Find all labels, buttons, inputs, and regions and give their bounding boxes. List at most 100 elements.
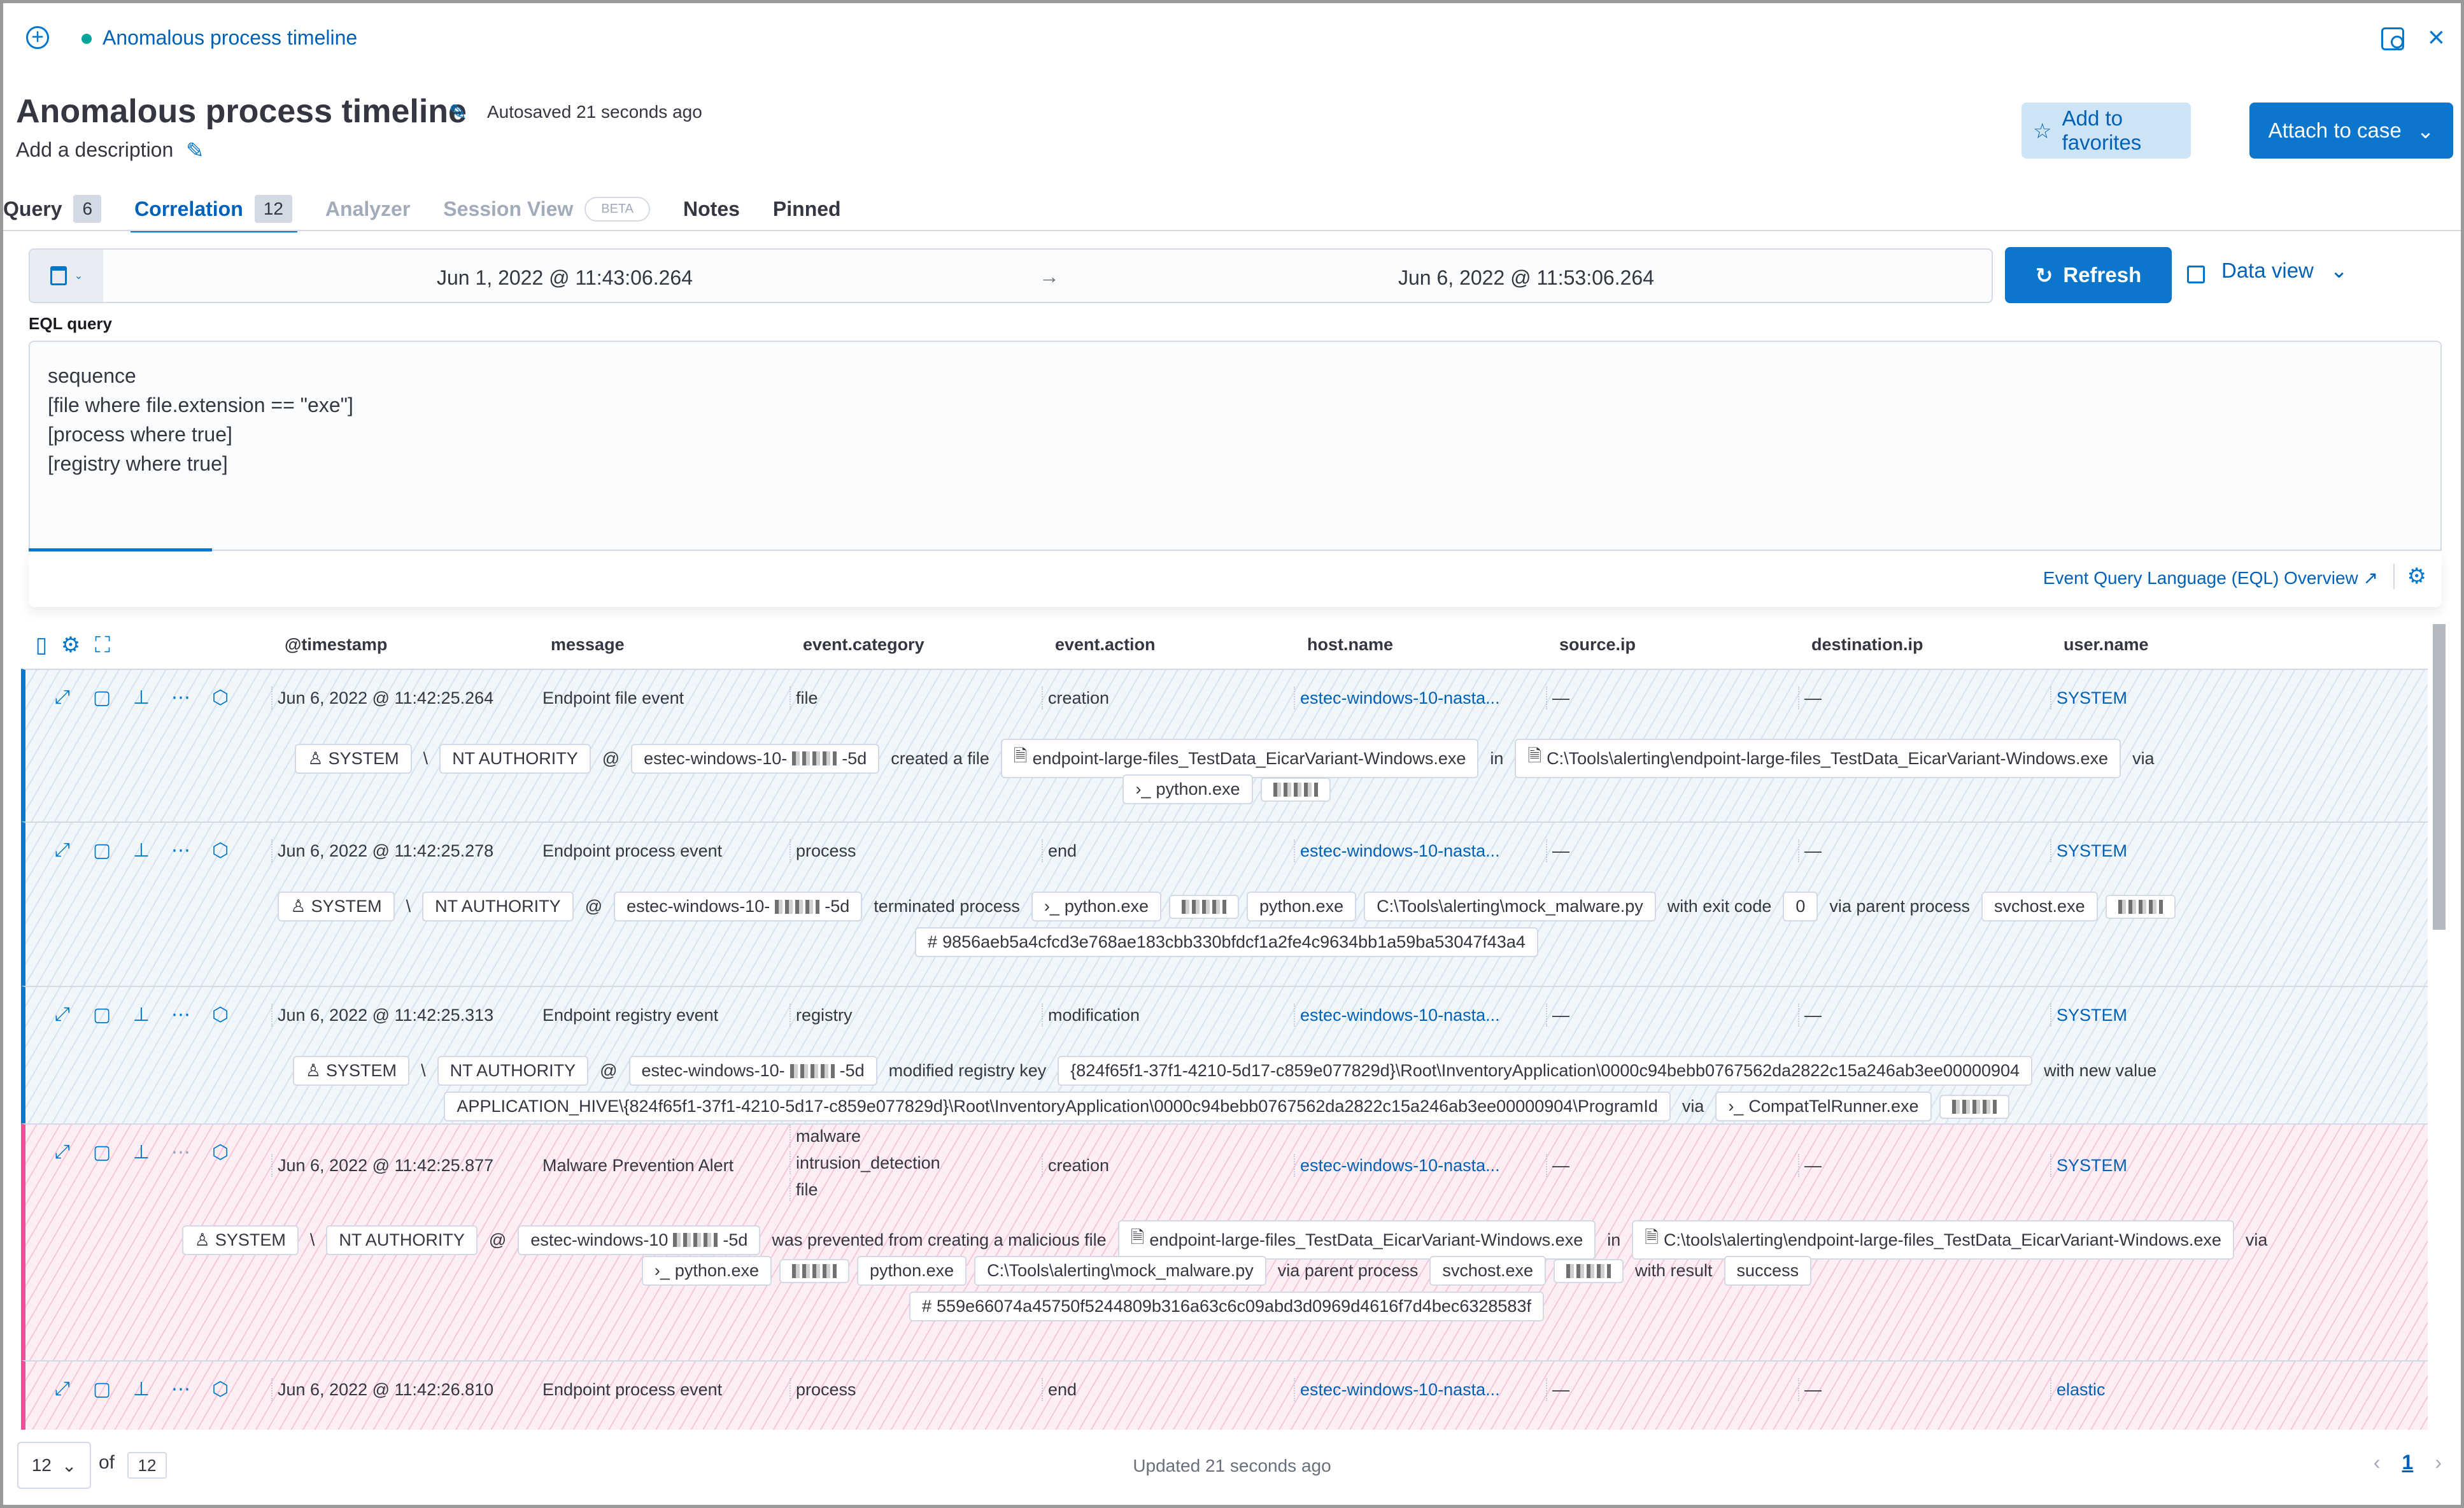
expand-icon[interactable]: ⤢ [51, 1378, 74, 1400]
expand-icon[interactable]: ⤢ [51, 839, 74, 862]
tab-query[interactable]: Query 6 [3, 187, 102, 231]
pin-icon[interactable]: ⊥ [130, 1378, 153, 1400]
renderer-chip[interactable]: svchost.exe [1981, 892, 2098, 921]
cell-event-category[interactable]: process [789, 1378, 856, 1401]
column-header-message[interactable]: message [551, 635, 625, 655]
cell-timestamp[interactable]: Jun 6, 2022 @ 11:42:25.313 [271, 1004, 493, 1027]
column-header-host-name[interactable]: host.name [1307, 635, 1393, 655]
cell-event-category[interactable]: file [789, 1178, 818, 1201]
renderer-chip[interactable]: 🗎 endpoint-large-files_TestData_EicarVari… [1000, 739, 1479, 778]
cell-source-ip[interactable]: — [1546, 1378, 1569, 1401]
more-actions-icon[interactable]: ⋯ [169, 839, 192, 862]
cell-event-category[interactable]: registry [789, 1004, 853, 1027]
cell-event-category[interactable]: malware [789, 1125, 861, 1148]
eql-overview-link[interactable]: Event Query Language (EQL) Overview ↗ [2043, 567, 2378, 588]
comment-icon[interactable]: ▢ [90, 839, 113, 862]
cell-host-name[interactable]: estec-windows-10-nasta... [1294, 686, 1500, 709]
column-header-source-ip[interactable]: source.ip [1559, 635, 1636, 655]
renderer-chip[interactable]: NT AUTHORITY [439, 743, 591, 774]
more-actions-icon[interactable]: ⋯ [169, 1378, 192, 1400]
cell-user-name[interactable]: SYSTEM [2050, 839, 2127, 862]
cell-user-name[interactable]: SYSTEM [2050, 1004, 2127, 1027]
renderer-chip[interactable]: 🗎 endpoint-large-files_TestData_EicarVari… [1117, 1220, 1596, 1260]
cell-event-category[interactable]: intrusion_detection [789, 1151, 940, 1174]
cell-message[interactable]: Endpoint process event [537, 839, 722, 862]
renderer-chip[interactable]: ♙ SYSTEM [181, 1225, 299, 1255]
start-date[interactable]: Jun 1, 2022 @ 11:43:06.264 [30, 266, 1023, 290]
cell-timestamp[interactable]: Jun 6, 2022 @ 11:42:26.810 [271, 1378, 493, 1401]
tab-pinned[interactable]: Pinned [773, 187, 841, 231]
analyze-icon[interactable]: ⬡ [209, 686, 232, 709]
renderer-chip[interactable]: svchost.exe [1429, 1256, 1546, 1286]
cell-user-name[interactable]: SYSTEM [2050, 1154, 2127, 1177]
renderer-chip[interactable] [779, 1258, 850, 1283]
cell-event-action[interactable]: creation [1042, 686, 1109, 709]
gear-icon[interactable]: ⚙ [60, 634, 81, 657]
timeline-tab-title[interactable]: Anomalous process timeline [103, 26, 357, 50]
renderer-chip[interactable]: ›_ CompatTelRunner.exe [1715, 1092, 1932, 1121]
renderer-chip[interactable]: NT AUTHORITY [422, 892, 574, 921]
table-scrollbar[interactable] [2433, 624, 2446, 930]
cell-source-ip[interactable]: — [1546, 839, 1569, 862]
tab-analyzer[interactable]: Analyzer [325, 187, 410, 231]
cell-message[interactable]: Endpoint process event [537, 1378, 722, 1401]
renderer-chip[interactable] [2105, 894, 2176, 919]
renderer-chip[interactable]: ♙ SYSTEM [292, 1056, 410, 1086]
expand-icon[interactable]: ⤢ [51, 1141, 74, 1163]
renderer-chip[interactable]: estec-windows-10- -5d [614, 892, 863, 921]
renderer-chip[interactable]: {824f65f1-37f1-4210-5d17-c859e077829d}\R… [1058, 1056, 2033, 1086]
cell-source-ip[interactable]: — [1546, 686, 1569, 709]
table-row[interactable]: ⤢ ▢ ⊥ ⋯ ⬡ Jun 6, 2022 @ 11:42:25.278 Endpoint … [21, 822, 2428, 986]
cell-destination-ip[interactable]: — [1798, 1378, 1822, 1401]
renderer-chip[interactable]: ›_ python.exe [641, 1256, 772, 1286]
pin-icon[interactable]: ⊥ [130, 1004, 153, 1026]
column-header-event-action[interactable]: event.action [1055, 635, 1156, 655]
renderer-chip[interactable]: 🗎 C:\Tools\alerting\endpoint-large-files_… [1515, 739, 2121, 778]
renderer-chip[interactable]: estec-windows-10 -5d [518, 1225, 761, 1255]
cell-timestamp[interactable]: Jun 6, 2022 @ 11:42:25.877 [271, 1154, 493, 1177]
cell-host-name[interactable]: estec-windows-10-nasta... [1294, 1154, 1500, 1177]
pin-icon[interactable]: ⊥ [130, 686, 153, 709]
cell-host-name[interactable]: estec-windows-10-nasta... [1294, 1378, 1500, 1401]
renderer-chip[interactable]: ♙ SYSTEM [295, 743, 412, 774]
expand-icon[interactable]: ⤢ [51, 1004, 74, 1026]
more-actions-icon[interactable]: ⋯ [169, 1141, 192, 1163]
new-timeline-icon[interactable]: + [26, 26, 49, 49]
pin-icon[interactable]: ⊥ [130, 1141, 153, 1163]
cell-event-category[interactable]: file [789, 686, 818, 709]
renderer-chip[interactable]: 0 [1783, 892, 1818, 921]
renderer-chip[interactable]: NT AUTHORITY [326, 1225, 478, 1255]
refresh-button[interactable]: ↻ Refresh [2005, 247, 2172, 303]
comment-icon[interactable]: ▢ [90, 1004, 113, 1026]
cell-event-action[interactable]: modification [1042, 1004, 1140, 1027]
column-header-destination-ip[interactable]: destination.ip [1811, 635, 1923, 655]
renderer-chip[interactable]: success [1724, 1256, 1812, 1286]
inspect-icon[interactable] [2381, 27, 2404, 50]
end-date[interactable]: Jun 6, 2022 @ 11:53:06.264 [1061, 266, 1991, 290]
comment-icon[interactable]: ▢ [90, 1141, 113, 1163]
field-browser-icon[interactable]: ▯ [31, 634, 52, 657]
cell-host-name[interactable]: estec-windows-10-nasta... [1294, 839, 1500, 862]
cell-event-category[interactable]: process [789, 839, 856, 862]
chevron-left-icon[interactable]: ‹ [2374, 1451, 2381, 1474]
cell-event-action[interactable]: end [1042, 1378, 1077, 1401]
renderer-chip[interactable]: C:\Tools\alerting\mock_malware.py [974, 1256, 1266, 1286]
cell-source-ip[interactable]: — [1546, 1154, 1569, 1177]
analyze-icon[interactable]: ⬡ [209, 839, 232, 862]
cell-message[interactable]: Endpoint registry event [537, 1004, 718, 1027]
renderer-chip[interactable]: estec-windows-10- -5d [631, 743, 880, 774]
edit-description-pencil-icon[interactable]: ✎ [186, 138, 204, 164]
analyze-icon[interactable]: ⬡ [209, 1004, 232, 1026]
data-view-dropdown[interactable]: Data view ⌄ [2187, 258, 2348, 283]
renderer-chip[interactable] [1168, 894, 1239, 919]
more-actions-icon[interactable]: ⋯ [169, 686, 192, 709]
eql-settings-icon[interactable]: ⚙ [2393, 564, 2426, 589]
tab-session-view[interactable]: Session View BETA [443, 187, 651, 231]
edit-title-pencil-icon[interactable]: ✎ [449, 100, 467, 125]
renderer-chip[interactable] [1260, 777, 1331, 802]
renderer-chip[interactable]: ♙ SYSTEM [278, 892, 395, 921]
renderer-chip[interactable]: APPLICATION_HIVE\{824f65f1-37f1-4210-5d1… [444, 1092, 1671, 1121]
cell-destination-ip[interactable]: — [1798, 1154, 1822, 1177]
cell-event-action[interactable]: creation [1042, 1154, 1109, 1177]
cell-host-name[interactable]: estec-windows-10-nasta... [1294, 1004, 1500, 1027]
